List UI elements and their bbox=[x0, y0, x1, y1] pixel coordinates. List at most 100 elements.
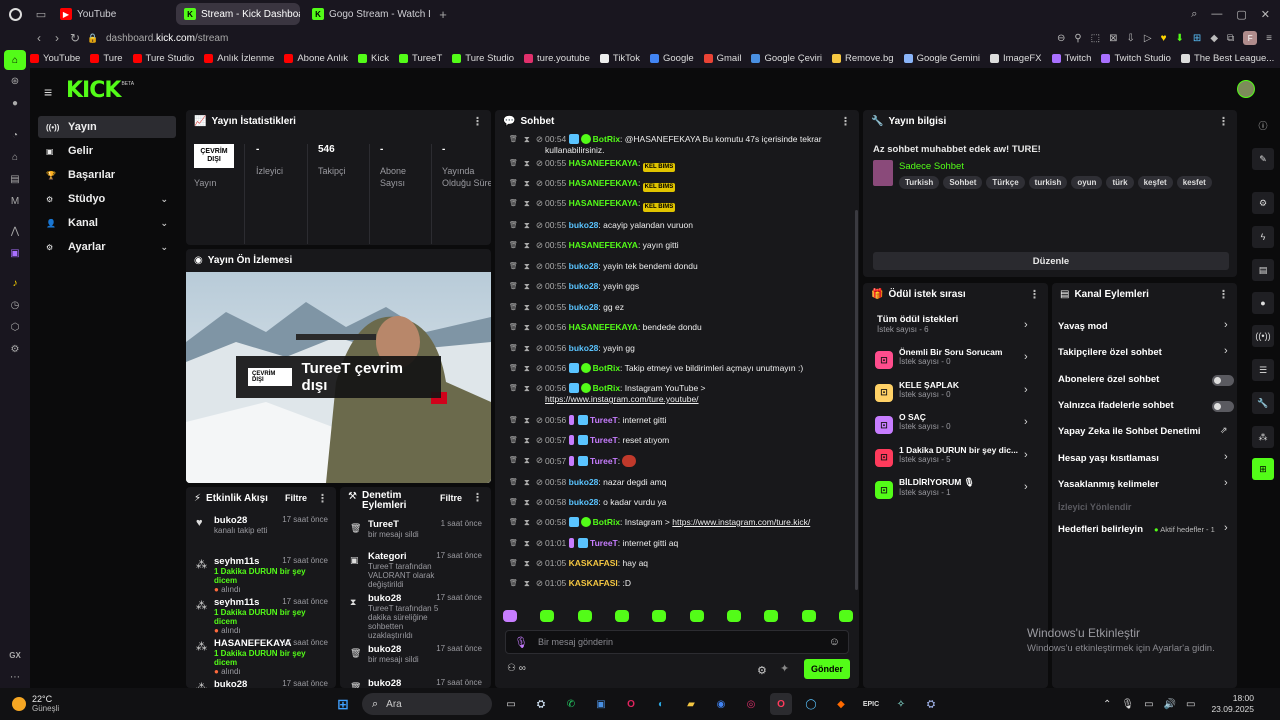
reward-item[interactable]: KELE ŞAPLAK İstek sayısı - 0 bbox=[899, 380, 1021, 399]
emote-icon[interactable] bbox=[764, 610, 779, 622]
download-icon[interactable]: ⇩ bbox=[1127, 33, 1135, 44]
channel-action-label[interactable]: Yavaş mod bbox=[1058, 321, 1108, 332]
trash-icon[interactable]: 🗑 bbox=[509, 455, 518, 466]
timeout-icon[interactable]: ⧗ bbox=[524, 578, 530, 589]
trash-icon[interactable]: 🗑 bbox=[509, 578, 518, 589]
timeout-icon[interactable]: ⧗ bbox=[524, 198, 530, 209]
timeout-icon[interactable]: ⧗ bbox=[524, 497, 530, 508]
timeout-icon[interactable]: ⧗ bbox=[524, 134, 530, 145]
ban-icon[interactable]: ⊘ bbox=[536, 158, 543, 169]
preview-thumbnail[interactable]: ÇEVRİM DIŞI TureeT çevrim dışı bbox=[186, 272, 491, 483]
kebab-icon[interactable]: ⋮ bbox=[472, 491, 483, 504]
ban-icon[interactable]: ⊘ bbox=[536, 415, 543, 426]
ban-icon[interactable]: ⊘ bbox=[536, 134, 543, 145]
chat-username[interactable]: buko28 bbox=[569, 497, 599, 507]
settings-side-icon[interactable]: ⚙ bbox=[0, 338, 30, 360]
new-tab-icon[interactable]: + bbox=[434, 7, 452, 22]
chat-username[interactable]: buko28 bbox=[569, 302, 599, 312]
chat-username[interactable]: TureeT bbox=[590, 435, 618, 445]
trash-icon[interactable]: 🗑 bbox=[509, 322, 518, 333]
timeout-icon[interactable]: ⧗ bbox=[524, 220, 530, 231]
chat-message[interactable]: 🗑 ⧗ ⊘ 00:55 buko28: yayin ggs bbox=[509, 281, 839, 292]
chat-username[interactable]: buko28 bbox=[569, 261, 599, 271]
whatsapp-icon[interactable]: ✆ bbox=[560, 693, 582, 715]
bookmark-item[interactable]: Google Çeviri bbox=[751, 53, 822, 64]
chat-username[interactable]: BotRix bbox=[593, 363, 620, 373]
epic-games-icon[interactable]: EPIC bbox=[860, 693, 882, 715]
settings-icon[interactable]: ⚙ bbox=[757, 664, 767, 677]
timeout-icon[interactable]: ⧗ bbox=[524, 158, 530, 169]
toggle-switch[interactable] bbox=[1212, 374, 1234, 386]
chat-username[interactable]: KASKAFASI bbox=[569, 558, 618, 568]
document-icon[interactable]: ▤ bbox=[1252, 259, 1274, 281]
extension-icon[interactable]: ⬇ bbox=[1176, 33, 1184, 44]
edge-icon[interactable]: ◐ bbox=[650, 693, 672, 715]
timeout-icon[interactable]: ⧗ bbox=[524, 261, 530, 272]
bookmark-item[interactable]: TikTok bbox=[599, 53, 640, 64]
timeout-icon[interactable]: ⧗ bbox=[524, 383, 530, 394]
moderation-item[interactable]: buko28 17 saat önce bir mesajı sildi bbox=[368, 644, 482, 664]
moderation-item[interactable]: buko28 17 saat önce TureeT tarafından 5 da… bbox=[368, 593, 482, 640]
wrench-widget-icon[interactable]: 🔧 bbox=[1252, 392, 1274, 414]
profile-avatar[interactable]: F bbox=[1243, 31, 1258, 45]
sidebar-item-stüdyo[interactable]: ⚙ Stüdyo ⌄ bbox=[38, 188, 176, 210]
sidebar-item-başarılar[interactable]: 🏆 Başarılar bbox=[38, 164, 176, 186]
emote-icon[interactable] bbox=[838, 610, 853, 622]
bookmark-item[interactable]: Ture Studio bbox=[452, 53, 514, 64]
chat-username[interactable]: BotRix bbox=[593, 517, 620, 527]
chat-message[interactable]: 🗑 ⧗ ⊘ 00:54 BotRix: @HASANEFEKAYA Bu komutu… bbox=[509, 134, 839, 156]
kebab-icon[interactable]: ⋮ bbox=[1029, 288, 1040, 301]
mic-tray-icon[interactable]: 🎙 bbox=[1121, 699, 1134, 710]
all-rewards-row[interactable]: Tüm ödül istekleri İstek sayısı - 6 bbox=[877, 314, 1027, 334]
activity-item[interactable]: buko28 17 saat önce kanalı takip etti bbox=[214, 515, 328, 535]
infinity-icon[interactable]: ⚇ ∞ bbox=[507, 663, 526, 674]
mail-icon[interactable]: M bbox=[0, 190, 30, 212]
chat-message[interactable]: 🗑 ⧗ ⊘ 01:05 KASKAFASI: hay aq bbox=[509, 558, 839, 569]
gear-widget-icon[interactable]: ⚙ bbox=[1252, 192, 1274, 214]
trash-icon[interactable]: 🗑 bbox=[509, 281, 518, 292]
tag-chip[interactable]: turkish bbox=[1028, 176, 1068, 189]
mic-icon[interactable]: 🎙 bbox=[514, 636, 528, 649]
trash-icon[interactable]: 🗑 bbox=[509, 158, 518, 169]
activity-item[interactable]: seyhm11s 17 saat önce 1 Dakika DURUN bir ş… bbox=[214, 556, 328, 594]
category-name[interactable]: Sadece Sohbet bbox=[899, 161, 964, 172]
chat-message[interactable]: 🗑 ⧗ ⊘ 01:05 KASKAFASI: :D bbox=[509, 578, 839, 589]
bookmark-item[interactable]: Twitch Studio bbox=[1101, 53, 1171, 64]
emote-icon[interactable] bbox=[726, 610, 741, 622]
send-button[interactable]: Gönder bbox=[804, 659, 850, 679]
chat-message[interactable]: 🗑 ⧗ ⊘ 00:55 HASANEFEKAYA: KEL BIMS bbox=[509, 158, 839, 172]
activity-filter-button[interactable]: Filtre bbox=[285, 493, 307, 503]
reward-item[interactable]: BİLDİRİYORUM 🎙 İstek sayısı - 1 bbox=[899, 477, 1021, 497]
list-widget-icon[interactable]: ☰ bbox=[1252, 359, 1274, 381]
bookmark-item[interactable]: Google bbox=[649, 53, 694, 64]
bookmark-item[interactable]: Abone Anlık bbox=[284, 53, 348, 64]
taskbar-search[interactable]: ⌕ Ara bbox=[362, 693, 492, 715]
user-avatar[interactable] bbox=[1237, 80, 1255, 98]
news-icon[interactable]: ▤ bbox=[0, 168, 30, 190]
trash-icon[interactable]: 🗑 bbox=[509, 343, 518, 354]
file-explorer-icon[interactable]: ▰ bbox=[680, 693, 702, 715]
trash-icon[interactable]: 🗑 bbox=[509, 240, 518, 251]
chat-message[interactable]: 🗑 ⧗ ⊘ 00:56 TureeT: internet gitti bbox=[509, 415, 839, 426]
bookmark-item[interactable]: Google Gemini bbox=[903, 53, 980, 64]
puzzle-icon[interactable]: ⧉ bbox=[1227, 33, 1234, 44]
tag-chip[interactable]: keşfet bbox=[1137, 176, 1173, 189]
ban-icon[interactable]: ⊘ bbox=[536, 455, 543, 466]
reward-item[interactable]: 1 Dakika DURUN bir şey dic... İstek sayıs… bbox=[899, 445, 1021, 464]
chat-message[interactable]: 🗑 ⧗ ⊘ 00:55 HASANEFEKAYA: KEL BIMS bbox=[509, 178, 839, 192]
trash-icon[interactable]: 🗑 bbox=[509, 497, 518, 508]
kebab-icon[interactable]: ⋮ bbox=[1218, 288, 1229, 301]
kebab-icon[interactable]: ⋮ bbox=[472, 115, 483, 128]
trash-icon[interactable]: 🗑 bbox=[509, 517, 518, 528]
close-icon[interactable]: ✕ bbox=[1261, 8, 1270, 21]
ban-icon[interactable]: ⊘ bbox=[536, 497, 543, 508]
ban-icon[interactable]: ⊘ bbox=[536, 363, 543, 374]
tag-chip[interactable]: Sohbet bbox=[943, 176, 983, 189]
ban-icon[interactable]: ⊘ bbox=[536, 343, 543, 354]
windows-start-icon[interactable]: ⊞ bbox=[332, 693, 354, 715]
ban-icon[interactable]: ⊘ bbox=[536, 538, 543, 549]
ban-icon[interactable]: ⊘ bbox=[536, 578, 543, 589]
toggle-switch[interactable] bbox=[1212, 400, 1234, 412]
play-icon[interactable]: ▷ bbox=[1144, 33, 1152, 44]
ban-icon[interactable]: ⊘ bbox=[536, 477, 543, 488]
